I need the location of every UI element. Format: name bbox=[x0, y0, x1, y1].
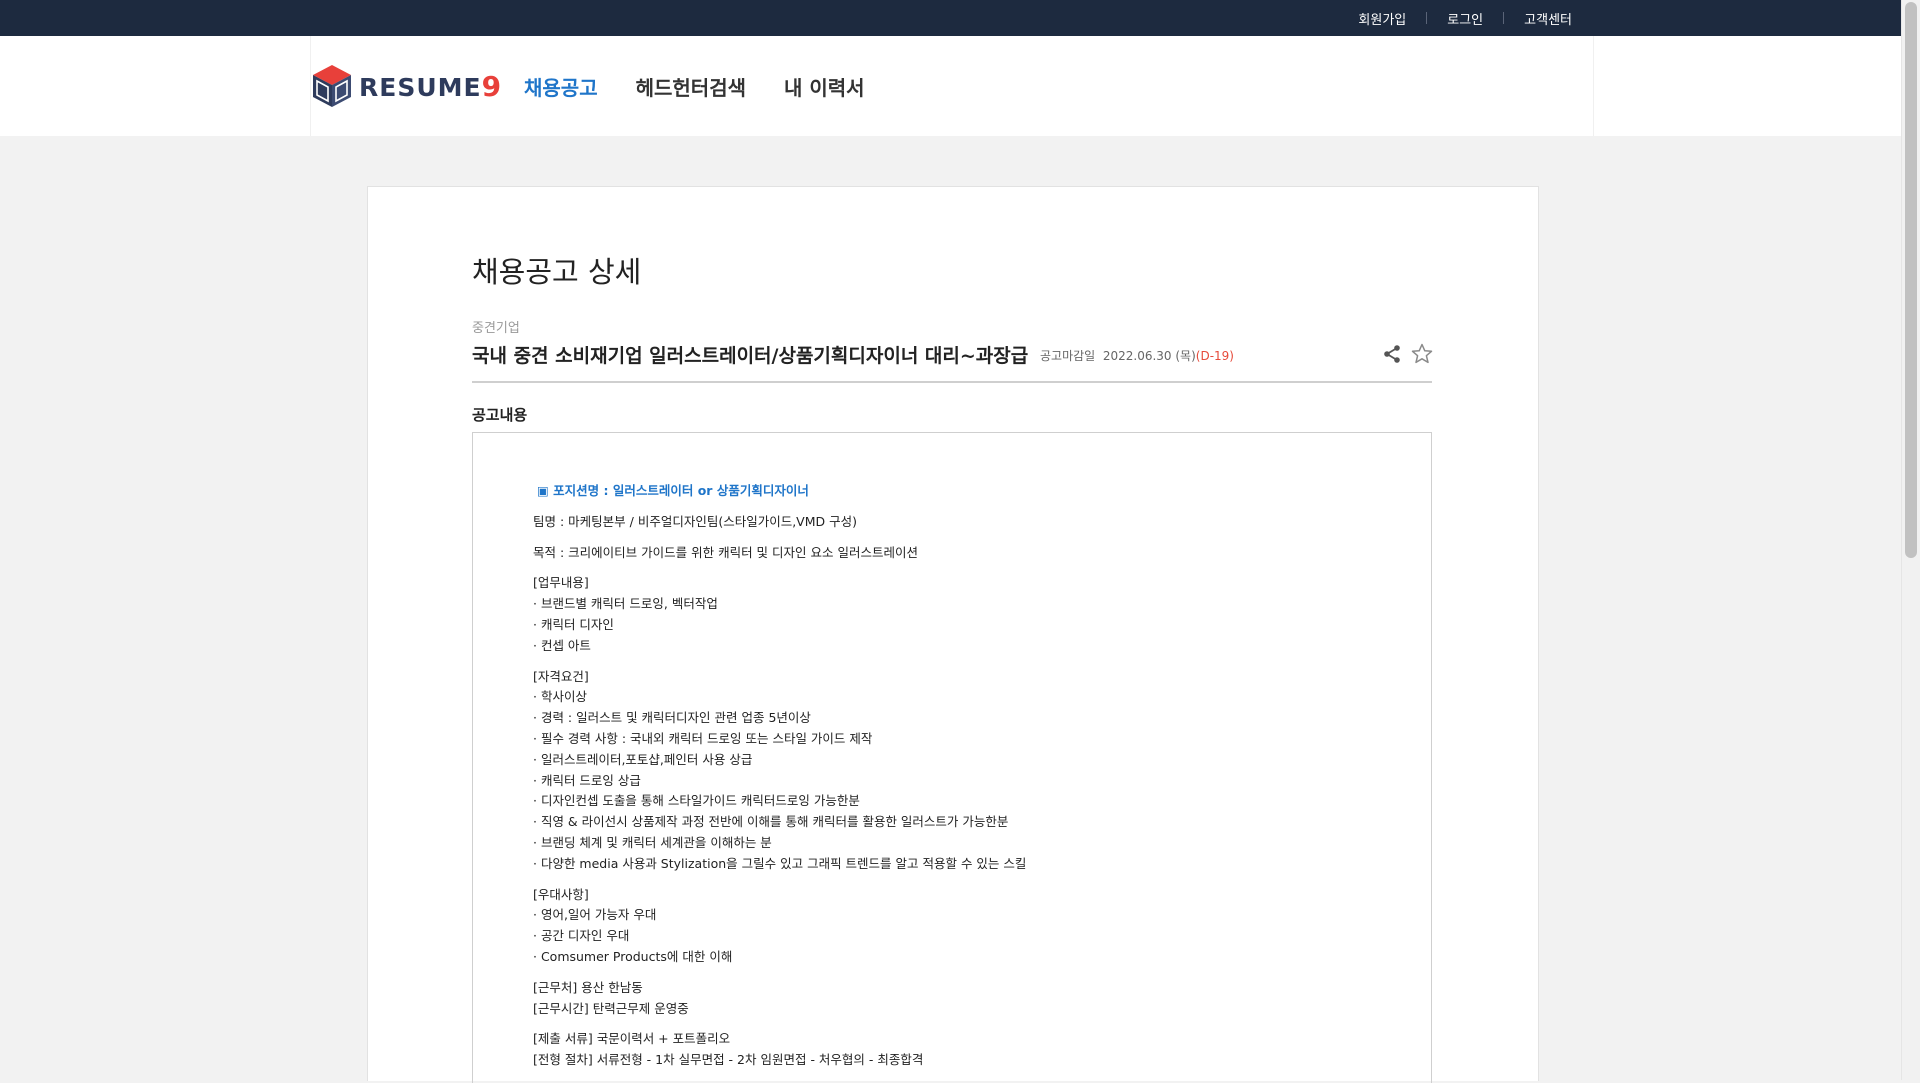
title-divider bbox=[472, 381, 1432, 383]
list-item: · Comsumer Products에 대한 이해 bbox=[533, 948, 733, 964]
signup-link[interactable]: 회원가입 bbox=[1338, 9, 1426, 28]
list-item: · 영어,일어 가능자 우대 bbox=[533, 907, 657, 923]
logo-cube-icon bbox=[313, 65, 351, 107]
nav-job-postings[interactable]: 채용공고 bbox=[524, 72, 598, 101]
list-item: · 컨셉 아트 bbox=[533, 637, 591, 653]
list-item: · 필수 경력 사항 : 국내외 캐릭터 드로잉 또는 스타일 가이드 제작 bbox=[533, 730, 873, 746]
list-item: · 학사이상 bbox=[533, 689, 587, 705]
duties-section: [업무내용] · 브랜드별 캐릭터 드로잉, 벡터작업 · 캐릭터 디자인 · … bbox=[533, 573, 1373, 656]
process-section: [제출 서류] 국문이력서 + 포트폴리오 [전형 절차] 서류전형 - 1차 … bbox=[533, 1029, 1373, 1071]
list-item: [업무내용] bbox=[533, 575, 589, 591]
nav-my-resume[interactable]: 내 이력서 bbox=[784, 72, 865, 101]
list-item: · 캐릭터 디자인 bbox=[533, 616, 614, 632]
site-header: RESUME9 채용공고 헤드헌터검색 내 이력서 bbox=[0, 36, 1902, 136]
logo-text: RESUME9 bbox=[359, 69, 503, 103]
deadline-label: 공고마감일 bbox=[1040, 349, 1096, 363]
list-item: · 직영 & 라이선시 상품제작 과정 전반에 이해를 통해 캐릭터를 활용한 … bbox=[533, 814, 1009, 830]
list-item: · 디자인컨셉 도출을 통해 스타일가이드 캐릭터드로잉 가능한분 bbox=[533, 793, 860, 809]
list-item: [자격요건] bbox=[533, 668, 589, 684]
section-label: 공고내용 bbox=[472, 406, 528, 424]
list-item: · 공간 디자인 우대 bbox=[533, 928, 630, 944]
deadline-date: 2022.06.30 (목) bbox=[1102, 349, 1196, 363]
list-item: · 다양한 media 사용과 Stylization을 그릴수 있고 그래픽 … bbox=[533, 855, 1027, 871]
job-actions bbox=[1374, 342, 1434, 366]
list-item: · 브랜드별 캐릭터 드로잉, 벡터작업 bbox=[533, 596, 718, 612]
list-item: [제출 서류] 국문이력서 + 포트폴리오 bbox=[533, 1031, 731, 1047]
login-link[interactable]: 로그인 bbox=[1427, 9, 1503, 28]
star-icon[interactable] bbox=[1410, 342, 1434, 366]
customer-center-link[interactable]: 고객센터 bbox=[1504, 9, 1592, 28]
share-icon[interactable] bbox=[1380, 342, 1404, 366]
logo[interactable]: RESUME9 bbox=[311, 63, 502, 109]
header-inner: RESUME9 채용공고 헤드헌터검색 내 이력서 bbox=[310, 36, 1594, 136]
requirements-section: [자격요건] · 학사이상 · 경력 : 일러스트 및 캐릭터디자인 관련 업종… bbox=[533, 667, 1373, 875]
main-nav: 채용공고 헤드헌터검색 내 이력서 bbox=[524, 36, 903, 136]
dday-badge: (D-19) bbox=[1195, 349, 1234, 363]
top-links: 회원가입 로그인 고객센터 bbox=[1338, 0, 1592, 36]
position-name: ▣ 포지션명 : 일러스트레이터 or 상품기획디자이너 bbox=[537, 483, 809, 498]
posting-content: ▣ 포지션명 : 일러스트레이터 or 상품기획디자이너 팀명 : 마케팅본부 … bbox=[472, 432, 1432, 1083]
company-type: 중견기업 bbox=[472, 321, 520, 336]
purpose-line: 목적 : 크리에이티브 가이드를 위한 캐릭터 및 디자인 요소 일러스트레이션 bbox=[533, 544, 918, 560]
preferred-section: [우대사항] · 영어,일어 가능자 우대 · 공간 디자인 우대 · Coms… bbox=[533, 885, 1373, 968]
list-item: [우대사항] bbox=[533, 886, 589, 902]
job-detail-card: 채용공고 상세 중견기업 국내 중견 소비재기업 일러스트레이터/상품기획디자이… bbox=[367, 186, 1539, 1083]
work-info-section: [근무처] 용산 한남동 [근무시간] 탄력근무제 운영중 bbox=[533, 978, 1373, 1020]
top-bar: 회원가입 로그인 고객센터 bbox=[0, 0, 1902, 36]
posting-body: ▣ 포지션명 : 일러스트레이터 or 상품기획디자이너 팀명 : 마케팅본부 … bbox=[533, 481, 1373, 1081]
list-item: [전형 절차] 서류전형 - 1차 실무면접 - 2차 임원면접 - 처우협의 … bbox=[533, 1052, 924, 1068]
list-item: · 캐릭터 드로잉 상급 bbox=[533, 772, 641, 788]
list-item: [근무처] 용산 한남동 bbox=[533, 979, 643, 995]
deadline: 공고마감일 2022.06.30 (목)(D-19) bbox=[1040, 347, 1234, 364]
job-title: 국내 중견 소비재기업 일러스트레이터/상품기획디자이너 대리~과장급 bbox=[472, 345, 1029, 367]
list-item: · 경력 : 일러스트 및 캐릭터디자인 관련 업종 5년이상 bbox=[533, 710, 811, 726]
team-line: 팀명 : 마케팅본부 / 비주얼디자인팀(스타일가이드,VMD 구성) bbox=[533, 513, 857, 529]
page-title: 채용공고 상세 bbox=[472, 255, 642, 289]
nav-headhunter-search[interactable]: 헤드헌터검색 bbox=[636, 72, 746, 101]
list-item: [근무시간] 탄력근무제 운영중 bbox=[533, 1000, 689, 1016]
vertical-scrollbar[interactable] bbox=[1901, 0, 1920, 1080]
list-item: · 브랜딩 체계 및 캐릭터 세계관을 이해하는 분 bbox=[533, 834, 772, 850]
list-item: · 일러스트레이터,포토샵,페인터 사용 상급 bbox=[533, 751, 753, 767]
scrollbar-thumb[interactable] bbox=[1905, 2, 1917, 558]
